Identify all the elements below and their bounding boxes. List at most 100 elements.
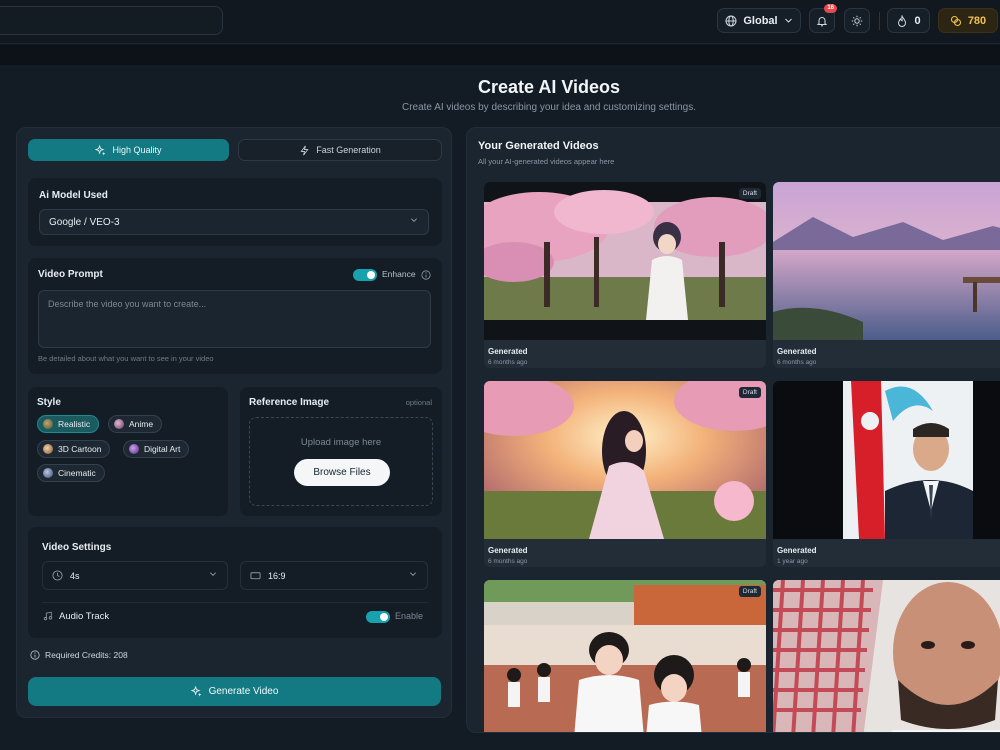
prompt-textarea[interactable]: Describe the video you want to create... [38, 290, 431, 348]
video-card[interactable]: Generated 6 months ago [773, 182, 1000, 368]
video-thumbnail[interactable] [773, 381, 1000, 539]
chevron-down-icon [784, 18, 792, 23]
style-chip-digital-art[interactable]: Digital Art [123, 440, 190, 458]
video-status: Generated [488, 546, 528, 555]
prompt-placeholder: Describe the video you want to create... [48, 299, 207, 309]
style-chip-cinematic[interactable]: Cinematic [37, 464, 105, 482]
optional-label: optional [405, 398, 432, 407]
prompt-label: Video Prompt [38, 269, 103, 280]
coins-icon [950, 15, 961, 26]
streak-button[interactable]: 0 [887, 8, 930, 33]
high-quality-label: High Quality [112, 145, 162, 155]
cinematic-thumb-icon [43, 468, 53, 478]
credits-count: 780 [967, 14, 987, 27]
anime-school-students-image [484, 580, 766, 732]
generate-video-button[interactable]: Generate Video [28, 677, 441, 706]
upload-dropzone[interactable]: Upload image here Browse Files [249, 417, 433, 506]
audio-track-toggle[interactable] [366, 611, 390, 623]
bell-icon [816, 16, 828, 26]
gallery-title: Your Generated Videos [478, 140, 599, 152]
music-note-icon [43, 611, 53, 621]
browse-files-button[interactable]: Browse Files [294, 459, 390, 486]
reference-image-label: Reference Image [249, 397, 330, 408]
fast-generation-mode-button[interactable]: Fast Generation [238, 139, 442, 161]
flame-icon [898, 14, 907, 27]
page-title: Create AI Videos [477, 77, 621, 97]
page-subtitle: Create AI videos by describing your idea… [401, 102, 697, 113]
aspect-ratio-value: 16:9 [268, 570, 286, 581]
region-label: Global [743, 14, 778, 27]
style-chip-label: 3D Cartoon [58, 444, 102, 454]
required-credits: Required Credits: 208 [45, 650, 128, 660]
model-label: Ai Model Used [39, 190, 108, 201]
anime-cherry-blossom-image [484, 182, 766, 340]
model-select[interactable]: Google / VEO-3 [39, 209, 429, 235]
video-thumbnail[interactable]: Draft [484, 182, 766, 340]
enhance-label: Enhance [382, 269, 416, 279]
style-chip-label: Digital Art [144, 444, 181, 454]
video-time: 6 months ago [488, 359, 528, 366]
style-chip-anime[interactable]: Anime [108, 415, 163, 433]
settings-divider [42, 602, 428, 603]
model-value: Google / VEO-3 [49, 216, 120, 228]
video-time: 1 year ago [777, 558, 808, 565]
style-label: Style [37, 397, 61, 408]
video-status: Generated [777, 347, 817, 356]
style-card: Style Realistic Anime 3D Cartoon Digital… [28, 387, 228, 516]
video-thumbnail[interactable] [773, 580, 1000, 732]
credits-button[interactable]: 780 [938, 8, 998, 33]
video-card[interactable]: Draft Generated 6 months ago [484, 182, 766, 368]
style-chip-realistic[interactable]: Realistic [37, 415, 100, 433]
anime-girl-sunset-image [484, 381, 766, 539]
fast-generation-label: Fast Generation [316, 145, 381, 155]
man-in-keffiyeh-image [773, 580, 1000, 732]
topbar-divider [879, 12, 880, 30]
create-video-form: High Quality Fast Generation Ai Model Us… [16, 127, 452, 718]
region-selector[interactable]: Global [717, 8, 801, 33]
gallery-subtitle: All your AI-generated videos appear here [478, 157, 615, 166]
video-settings-label: Video Settings [42, 542, 112, 553]
notifications-button[interactable]: 16 [809, 4, 837, 33]
video-settings-card: Video Settings 4s 16:9 Audio Track Enabl… [28, 527, 442, 638]
reference-image-card: Reference Image optional Upload image he… [240, 387, 442, 516]
theme-toggle-button[interactable] [844, 8, 870, 33]
model-card: Ai Model Used Google / VEO-3 [28, 178, 442, 246]
enhance-toggle[interactable] [353, 269, 377, 281]
prompt-hint: Be detailed about what you want to see i… [38, 354, 214, 363]
info-icon [30, 650, 40, 660]
cartoon-thumb-icon [43, 444, 53, 454]
video-status: Generated [488, 347, 528, 356]
style-chip-label: Realistic [58, 419, 91, 429]
lake-sunrise-image [773, 182, 1000, 340]
aspect-ratio-icon [250, 572, 261, 580]
video-time: 6 months ago [777, 359, 817, 366]
info-icon[interactable] [421, 270, 431, 280]
chevron-down-icon [410, 218, 418, 223]
aspect-ratio-select[interactable]: 16:9 [240, 561, 428, 590]
chevron-down-icon [409, 571, 417, 576]
realistic-thumb-icon [43, 419, 53, 429]
generated-videos-panel: Your Generated Videos All your AI-genera… [466, 127, 1000, 733]
video-card[interactable]: Draft [484, 580, 766, 732]
duration-select[interactable]: 4s [42, 561, 228, 590]
globe-icon [725, 15, 737, 26]
video-thumbnail[interactable] [773, 182, 1000, 340]
clock-icon [52, 570, 63, 581]
sparkles-icon [95, 144, 107, 156]
video-thumbnail[interactable]: Draft [484, 580, 766, 732]
video-card[interactable]: Generated 1 year ago [773, 381, 1000, 567]
video-card[interactable] [773, 580, 1000, 732]
draft-badge: Draft [738, 387, 761, 398]
search-input[interactable] [0, 6, 223, 35]
top-bar: Global 16 0 780 [0, 0, 1000, 44]
digital-art-thumb-icon [129, 444, 139, 454]
audio-enable-label: Enable [395, 611, 424, 621]
high-quality-mode-button[interactable]: High Quality [28, 139, 229, 161]
duration-value: 4s [70, 570, 80, 581]
video-card[interactable]: Draft Generated 6 months ago [484, 381, 766, 567]
anime-thumb-icon [114, 419, 124, 429]
style-chip-label: Cinematic [58, 468, 96, 478]
style-chip-3d-cartoon[interactable]: 3D Cartoon [37, 440, 111, 458]
sun-icon [851, 15, 863, 26]
video-thumbnail[interactable]: Draft [484, 381, 766, 539]
